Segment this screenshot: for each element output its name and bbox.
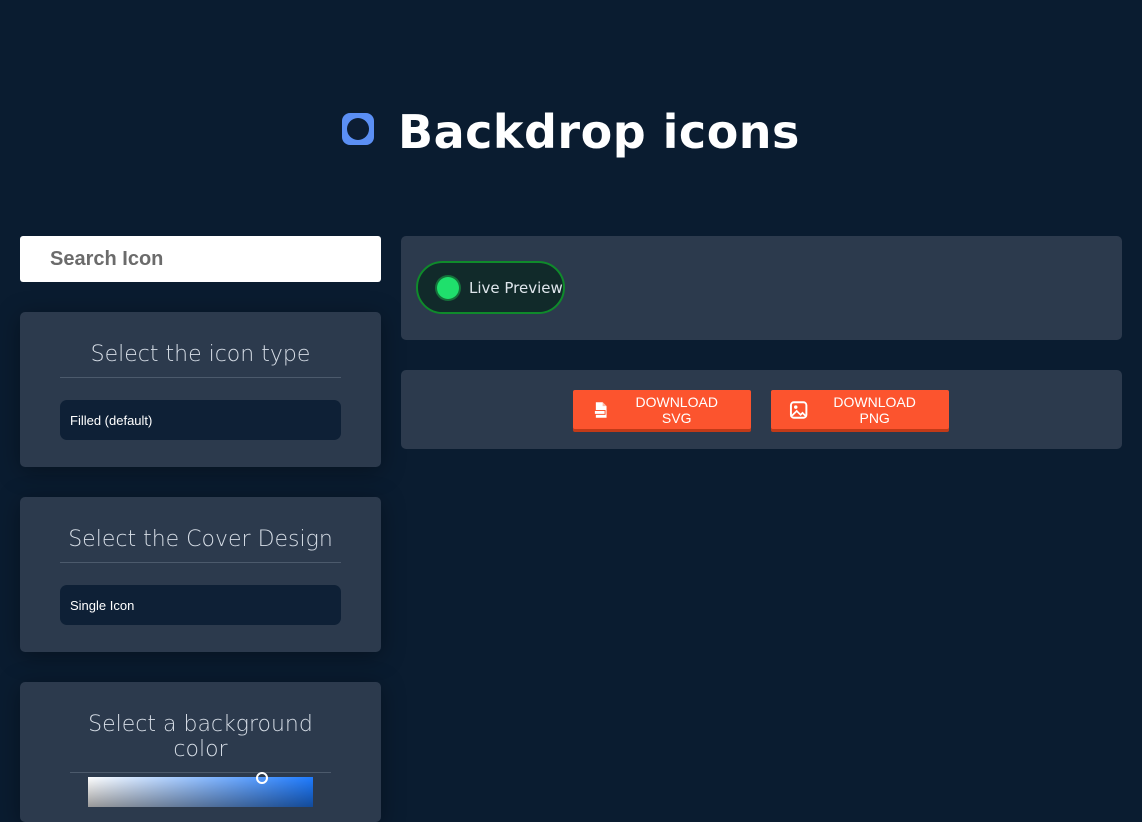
- live-preview-label: Live Preview: [469, 278, 563, 297]
- backdrop-logo-icon: [342, 113, 375, 145]
- background-color-panel: Select a background color: [20, 682, 381, 822]
- preview-panel: Live Preview: [401, 236, 1122, 340]
- search-input[interactable]: [20, 236, 381, 282]
- download-svg-button[interactable]: DOWNLOAD SVG: [573, 390, 751, 429]
- cover-design-heading: Select the Cover Design: [60, 497, 341, 563]
- download-svg-label: DOWNLOAD SVG: [635, 393, 718, 426]
- background-color-heading: Select a background color: [70, 682, 331, 773]
- image-icon: [789, 400, 808, 419]
- color-picker[interactable]: [88, 772, 313, 807]
- cover-design-panel: Select the Cover Design Single Icon: [20, 497, 381, 652]
- live-status-indicator: [437, 276, 459, 299]
- live-preview-toggle[interactable]: Live Preview: [416, 261, 565, 314]
- icon-type-panel: Select the icon type Filled (default): [20, 312, 381, 467]
- download-png-button[interactable]: DOWNLOAD PNG: [771, 390, 949, 429]
- page-header: Backdrop icons: [0, 100, 1142, 164]
- color-picker-handle[interactable]: [256, 772, 268, 784]
- icon-type-heading: Select the icon type: [60, 312, 341, 378]
- download-png-label: DOWNLOAD PNG: [833, 393, 916, 426]
- downloads-panel: DOWNLOAD SVG DOWNLOAD PNG: [401, 370, 1122, 449]
- page-title: Backdrop icons: [398, 105, 800, 159]
- icon-type-select[interactable]: Filled (default): [60, 400, 341, 440]
- cover-design-select[interactable]: Single Icon: [60, 585, 341, 625]
- file-svg-icon: [593, 401, 607, 418]
